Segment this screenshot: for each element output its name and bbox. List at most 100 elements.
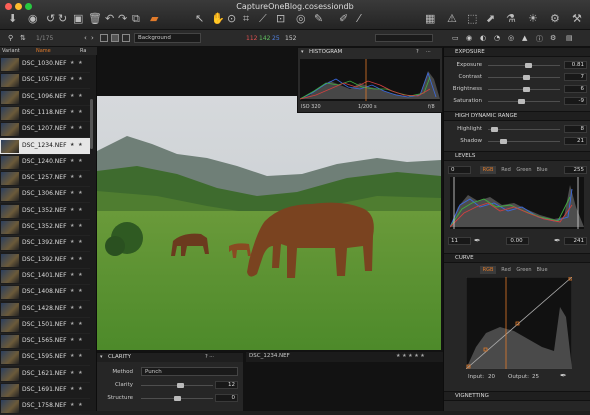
file-row[interactable]: DSC_1691.NEF ★ ★ — [0, 382, 90, 399]
view-filmstrip-icon[interactable] — [122, 34, 130, 42]
help-icon[interactable]: ? ⋯ — [205, 354, 214, 360]
exposure-value[interactable]: 0.81 — [564, 61, 587, 69]
exposure-header[interactable]: EXPOSURE — [444, 47, 590, 57]
file-thumbnail[interactable] — [1, 139, 19, 153]
file-row[interactable]: DSC_1501.NEF ★ ★ — [0, 317, 90, 334]
collapse-icon[interactable]: ▾ — [301, 49, 304, 55]
view-grid-icon[interactable] — [100, 34, 108, 42]
file-thumbnail[interactable] — [1, 221, 19, 234]
file-thumbnail[interactable] — [1, 90, 19, 104]
curve-tab[interactable]: Red — [498, 266, 514, 274]
brush-icon[interactable]: ✎ — [314, 12, 323, 26]
more-icon[interactable]: ⚒ — [572, 12, 582, 26]
file-row[interactable]: DSC_1758.NEF ★ ★ — [0, 398, 90, 415]
file-row[interactable]: DSC_1306.NEF ★ ★ — [0, 186, 90, 204]
file-row[interactable]: DSC_1352.NEF ★ ★ — [0, 203, 90, 220]
cursor-icon[interactable]: ↖ — [195, 12, 204, 26]
color-tab-icon[interactable]: ◐ — [480, 34, 486, 42]
hdr-slider[interactable] — [488, 129, 560, 130]
redo-icon[interactable]: ↻ — [58, 12, 67, 26]
exposure-value[interactable]: 7 — [564, 73, 587, 81]
trash-icon[interactable]: 🗑 — [88, 12, 102, 26]
file-rating[interactable]: ★ ★ — [70, 370, 84, 376]
hdr-header[interactable]: HIGH DYNAMIC RANGE — [444, 111, 590, 121]
file-rating[interactable]: ★ ★ — [70, 207, 84, 213]
caption-rating[interactable]: ★ ★ ★ ★ ★ — [396, 353, 425, 359]
file-rating[interactable]: ★ ★ — [70, 76, 84, 82]
levels-tab[interactable]: Red — [498, 166, 514, 174]
folder-icon[interactable]: ▭ — [452, 34, 459, 42]
hdr-slider[interactable] — [488, 141, 560, 142]
back-icon[interactable]: ‹ — [84, 34, 87, 42]
file-thumbnail[interactable] — [1, 400, 19, 414]
forward-icon[interactable]: › — [91, 34, 94, 42]
undo-icon[interactable]: ↺ — [46, 12, 55, 26]
curve-header[interactable]: CURVE — [444, 253, 590, 263]
file-thumbnail[interactable] — [1, 253, 19, 267]
file-rating[interactable]: ★ ★ — [70, 190, 84, 196]
file-thumbnail[interactable] — [1, 318, 19, 332]
file-rating[interactable]: ★ ★ — [70, 109, 84, 115]
levels-input-black[interactable]: 0 — [448, 166, 471, 174]
exposure-value[interactable]: -9 — [564, 97, 587, 105]
camera-icon[interactable]: ◉ — [28, 12, 38, 26]
share-icon[interactable]: ⬈ — [486, 12, 495, 26]
file-row[interactable]: DSC_1392.NEF ★ ★ — [0, 252, 90, 269]
levels-low[interactable]: 11 — [448, 237, 471, 245]
method-select[interactable]: Punch — [141, 367, 238, 376]
filter-icon[interactable]: ⚲ — [8, 34, 13, 42]
file-row[interactable]: DSC_1234.NEF ★ ★ — [0, 137, 90, 155]
file-rating[interactable]: ★ ★ — [70, 337, 84, 343]
clarity-header[interactable]: ▾ CLARITY ? ⋯ — [97, 353, 243, 362]
file-thumbnail[interactable] — [1, 237, 19, 251]
browser-scrollbar[interactable] — [90, 99, 93, 149]
exposure-value[interactable]: 6 — [564, 85, 587, 93]
hdr-value[interactable]: 8 — [564, 125, 587, 133]
file-rating[interactable]: ★ ★ — [70, 174, 84, 180]
file-rating[interactable]: ★ ★ — [70, 93, 84, 99]
file-row[interactable]: DSC_1401.NEF ★ ★ — [0, 268, 90, 285]
file-row[interactable]: DSC_1257.NEF ★ ★ — [0, 170, 90, 188]
curve-tab[interactable]: Green — [516, 266, 532, 274]
file-thumbnail[interactable] — [1, 367, 19, 381]
levels-mid[interactable]: 0.00 — [506, 237, 529, 245]
curve-tab[interactable]: RGB — [480, 266, 496, 274]
levels-tab[interactable]: RGB — [480, 166, 496, 174]
file-rating[interactable]: ★ ★ — [70, 239, 84, 245]
file-rating[interactable]: ★ ★ — [70, 386, 84, 392]
file-row[interactable]: DSC_1428.NEF ★ ★ — [0, 301, 90, 318]
zoom-slider[interactable] — [375, 34, 433, 42]
file-thumbnail[interactable] — [1, 269, 19, 283]
file-rating[interactable]: ★ ★ — [70, 353, 84, 359]
curve-graph[interactable] — [466, 277, 572, 369]
vignetting-header[interactable]: VIGNETTING — [444, 391, 590, 401]
exposure-slider-knob[interactable] — [523, 75, 531, 80]
lens-tab-icon[interactable]: ◎ — [508, 34, 514, 42]
levels-input-white[interactable]: 255 — [564, 166, 587, 174]
column-rating[interactable]: Ra — [80, 47, 86, 55]
file-row[interactable]: DSC_1118.NEF ★ ★ — [0, 105, 90, 122]
exposure-slider-knob[interactable] — [518, 99, 526, 104]
white-picker-icon[interactable]: ✒ — [554, 236, 561, 245]
wrench-icon[interactable]: ⚙ — [550, 12, 560, 26]
exposure-slider[interactable] — [488, 65, 560, 66]
straighten-icon[interactable]: ⟋ — [259, 12, 267, 26]
file-rating[interactable]: ★ ★ — [70, 305, 84, 311]
levels-tab[interactable]: Green — [516, 166, 532, 174]
panel-menu-icon[interactable]: ⋯ — [426, 49, 431, 55]
camera-tab-icon[interactable]: ◉ — [466, 34, 472, 42]
file-rating[interactable]: ★ ★ — [70, 125, 84, 131]
levels-high[interactable]: 241 — [564, 237, 587, 245]
tool-icon[interactable]: ⬚ — [467, 12, 477, 26]
file-rating[interactable]: ★ ★ — [70, 321, 84, 327]
clarity-slider-knob[interactable] — [177, 383, 184, 388]
file-row[interactable]: DSC_1240.NEF ★ ★ — [0, 154, 90, 171]
eyedropper-icon[interactable]: ⚗ — [506, 12, 516, 26]
file-row[interactable]: DSC_1408.NEF ★ ★ — [0, 284, 90, 302]
rotate-left-icon[interactable]: ↶ — [105, 12, 114, 26]
clarity-value[interactable]: 12 — [215, 381, 238, 389]
import-icon[interactable]: ⬇ — [8, 12, 17, 26]
hdr-value[interactable]: 21 — [564, 137, 587, 145]
file-thumbnail[interactable] — [1, 74, 19, 88]
exposure-tab-icon[interactable]: ◔ — [494, 34, 500, 42]
